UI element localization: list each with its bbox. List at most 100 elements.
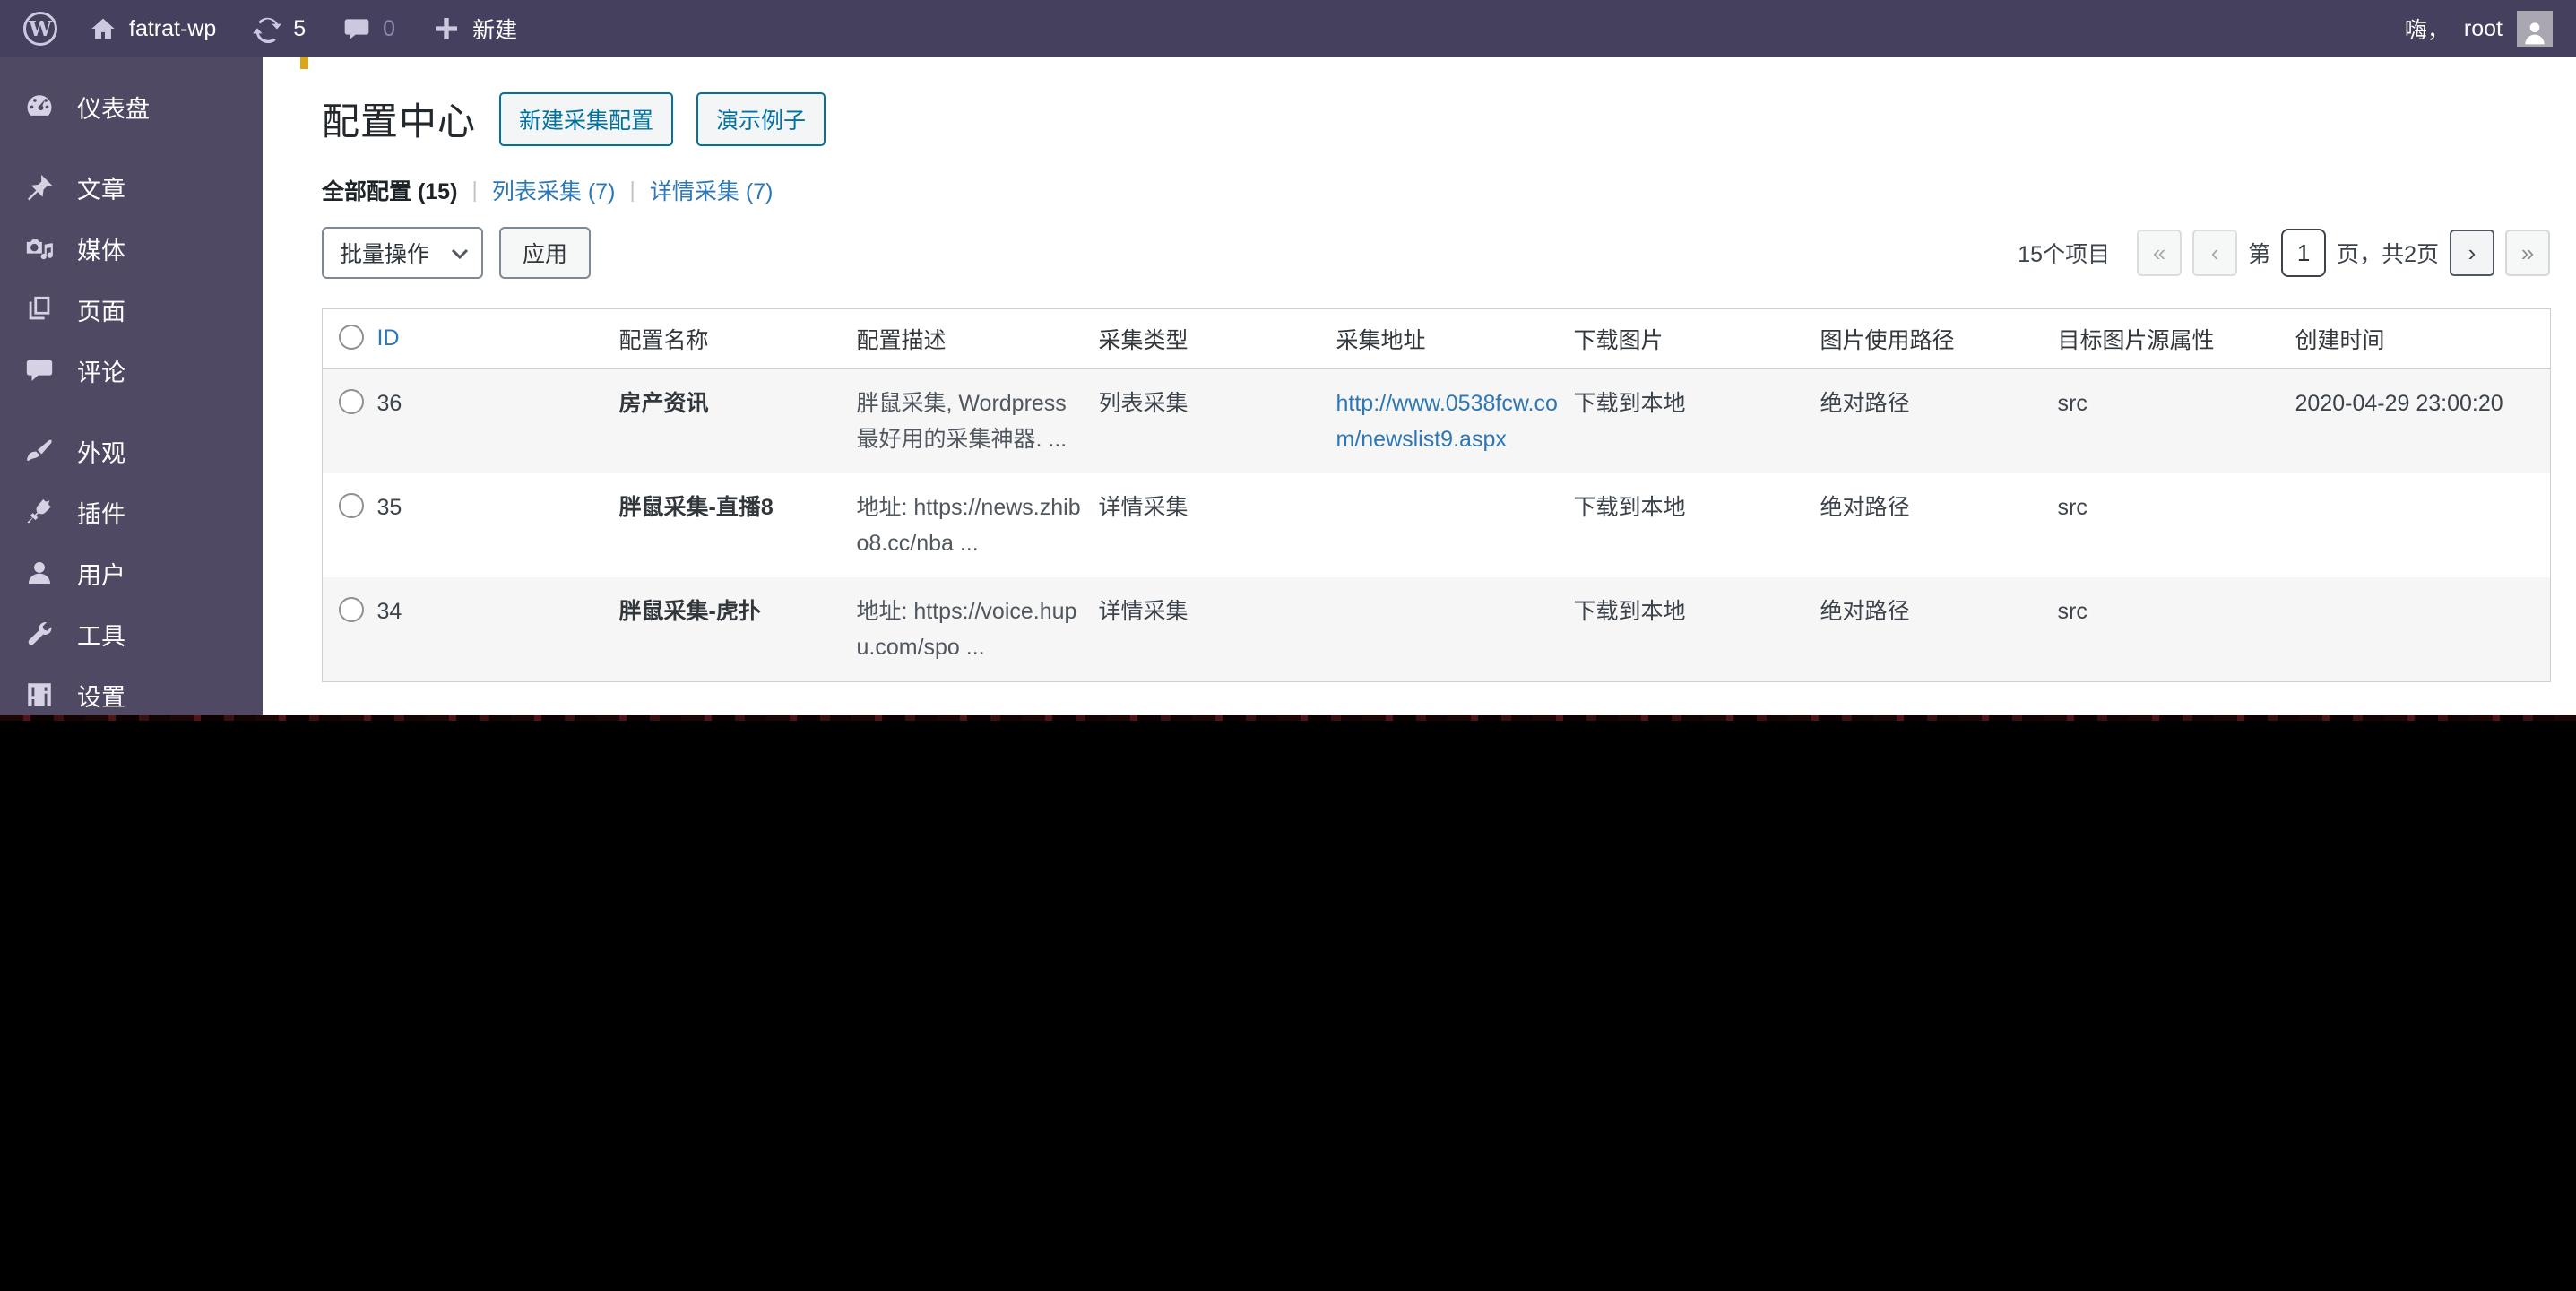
blackout-region: [0, 715, 2576, 1291]
sidebar-label: 页面: [77, 292, 125, 327]
new-content-link[interactable]: 新建: [431, 13, 517, 45]
sidebar-label: 仪表盘: [77, 90, 150, 125]
site-name-link[interactable]: fatrat-wp: [88, 13, 216, 44]
media-camera-icon: [23, 232, 56, 264]
wp-logo-menu[interactable]: W: [23, 12, 57, 46]
sidebar-item-plugins[interactable]: 插件: [0, 482, 263, 542]
current-page-input[interactable]: [2281, 229, 2326, 277]
sidebar-item-posts[interactable]: 文章: [0, 158, 263, 217]
sidebar-item-users[interactable]: 用户: [0, 543, 263, 602]
filter-links: 全部配置 (15) | 列表采集 (7) | 详情采集 (7): [322, 174, 773, 206]
table-row: 36 房产资讯 胖鼠采集, Wordpress最好用的采集神器. ... 列表采…: [323, 368, 2551, 473]
cell-download: 下载到本地: [1574, 473, 1820, 577]
cell-image-path: 绝对路径: [1820, 473, 2058, 577]
cell-config-desc: 胖鼠采集, Wordpress最好用的采集神器. ...: [857, 391, 1068, 452]
sidebar-label: 媒体: [77, 231, 125, 266]
sort-by-id-link[interactable]: ID: [377, 325, 400, 351]
cell-config-name: 房产资讯: [619, 391, 709, 416]
sidebar-item-comments[interactable]: 评论: [0, 341, 263, 400]
comment-count: 0: [383, 16, 395, 42]
site-name: fatrat-wp: [129, 16, 216, 42]
filter-separator: |: [471, 178, 478, 204]
cell-collect-url: [1336, 577, 1574, 682]
page-label-suffix: 页，共2页: [2337, 237, 2439, 269]
updates-link[interactable]: 5: [252, 13, 306, 44]
collect-url-link[interactable]: http://www.0538fcw.com/newslist9.aspx: [1336, 386, 1561, 457]
cell-id: 35: [377, 473, 619, 577]
demo-button[interactable]: 演示例子: [696, 92, 826, 146]
cell-image-path: 绝对路径: [1820, 577, 2058, 682]
header-created: 创建时间: [2295, 309, 2551, 369]
page-label-prefix: 第: [2248, 237, 2270, 269]
sidebar-item-tools[interactable]: 工具: [0, 604, 263, 663]
cell-collect-type: 列表采集: [1099, 368, 1336, 473]
update-count: 5: [293, 16, 306, 42]
items-count: 15个项目: [2018, 237, 2110, 269]
table-header-row: ID 配置名称 配置描述 采集类型 采集地址 下载图片 图片使用路径 目标图片源…: [323, 309, 2551, 369]
header-collect-type: 采集类型: [1099, 309, 1336, 369]
cell-collect-type: 详情采集: [1099, 577, 1336, 682]
last-page-button[interactable]: »: [2505, 230, 2550, 276]
bulk-action-select[interactable]: 批量操作: [322, 227, 483, 279]
sidebar-item-pages[interactable]: 页面: [0, 280, 263, 339]
cell-src-attr: src: [2058, 577, 2295, 682]
updates-icon: [252, 13, 282, 44]
cell-download: 下载到本地: [1574, 577, 1820, 682]
greeting-text: 嗨，: [2405, 13, 2450, 45]
apply-button[interactable]: 应用: [499, 227, 591, 279]
render-artifact-line: [0, 715, 2576, 721]
dashboard-gauge-icon: [23, 91, 56, 123]
username: root: [2464, 16, 2503, 42]
sidebar-item-media[interactable]: 媒体: [0, 219, 263, 278]
paintbrush-icon: [23, 435, 56, 467]
admin-content: 配置中心 新建采集配置 演示例子 全部配置 (15) | 列表采集 (7) | …: [263, 57, 2576, 717]
row-checkbox[interactable]: [339, 597, 364, 622]
sidebar-label: 文章: [77, 170, 125, 205]
filter-list-collect[interactable]: 列表采集 (7): [492, 174, 616, 206]
cell-collect-type: 详情采集: [1099, 473, 1336, 577]
wordpress-logo-icon: W: [23, 12, 57, 46]
cell-id: 34: [377, 577, 619, 682]
plug-icon: [23, 496, 56, 528]
cell-id: 36: [377, 368, 619, 473]
plus-icon: [431, 13, 462, 44]
page-header: 配置中心 新建采集配置 演示例子: [322, 91, 826, 146]
settings-sliders-icon: [23, 679, 56, 711]
page-title: 配置中心: [322, 91, 476, 146]
row-checkbox[interactable]: [339, 493, 364, 518]
header-download-image: 下载图片: [1574, 309, 1820, 369]
admin-bar-account[interactable]: 嗨， root: [2405, 11, 2553, 47]
cell-config-name: 胖鼠采集-直播8: [619, 495, 774, 520]
sidebar-label: 工具: [77, 617, 125, 652]
admin-sidebar: 仪表盘 文章 媒体 页面 评论: [0, 57, 263, 717]
sidebar-item-dashboard[interactable]: 仪表盘: [0, 77, 263, 136]
wrench-icon: [23, 618, 56, 650]
avatar: [2517, 11, 2553, 47]
select-all-checkbox[interactable]: [339, 325, 364, 350]
new-config-button[interactable]: 新建采集配置: [499, 92, 673, 146]
wordpress-admin-page: W fatrat-wp 5 0 新建 嗨，: [0, 0, 2576, 1291]
filter-separator: |: [629, 178, 635, 204]
cell-src-attr: src: [2058, 473, 2295, 577]
sidebar-item-appearance[interactable]: 外观: [0, 421, 263, 481]
table-nav: 批量操作 应用 15个项目 « ‹ 第 页，共2页 › »: [322, 226, 2550, 280]
admin-bar: W fatrat-wp 5 0 新建 嗨，: [0, 0, 2576, 57]
sidebar-label: 评论: [77, 353, 125, 388]
filter-all[interactable]: 全部配置 (15): [322, 174, 457, 206]
table-row: 35 胖鼠采集-直播8 地址: https://news.zhibo8.cc/n…: [323, 473, 2551, 577]
home-icon: [88, 13, 118, 44]
bulk-actions-group: 批量操作 应用: [322, 227, 591, 279]
cell-src-attr: src: [2058, 368, 2295, 473]
new-label: 新建: [472, 13, 517, 45]
sidebar-label: 用户: [77, 556, 125, 591]
filter-detail-collect[interactable]: 详情采集 (7): [650, 174, 774, 206]
cell-config-desc: 地址: https://voice.hupu.com/spo ...: [857, 599, 1077, 660]
cell-config-desc: 地址: https://news.zhibo8.cc/nba ...: [857, 495, 1081, 556]
first-page-button: «: [2137, 230, 2182, 276]
row-checkbox[interactable]: [339, 389, 364, 414]
next-page-button[interactable]: ›: [2450, 230, 2494, 276]
pages-icon: [23, 293, 56, 325]
comments-link[interactable]: 0: [341, 13, 395, 44]
config-list-table: ID 配置名称 配置描述 采集类型 采集地址 下载图片 图片使用路径 目标图片源…: [322, 308, 2550, 682]
prev-page-button: ‹: [2192, 230, 2237, 276]
